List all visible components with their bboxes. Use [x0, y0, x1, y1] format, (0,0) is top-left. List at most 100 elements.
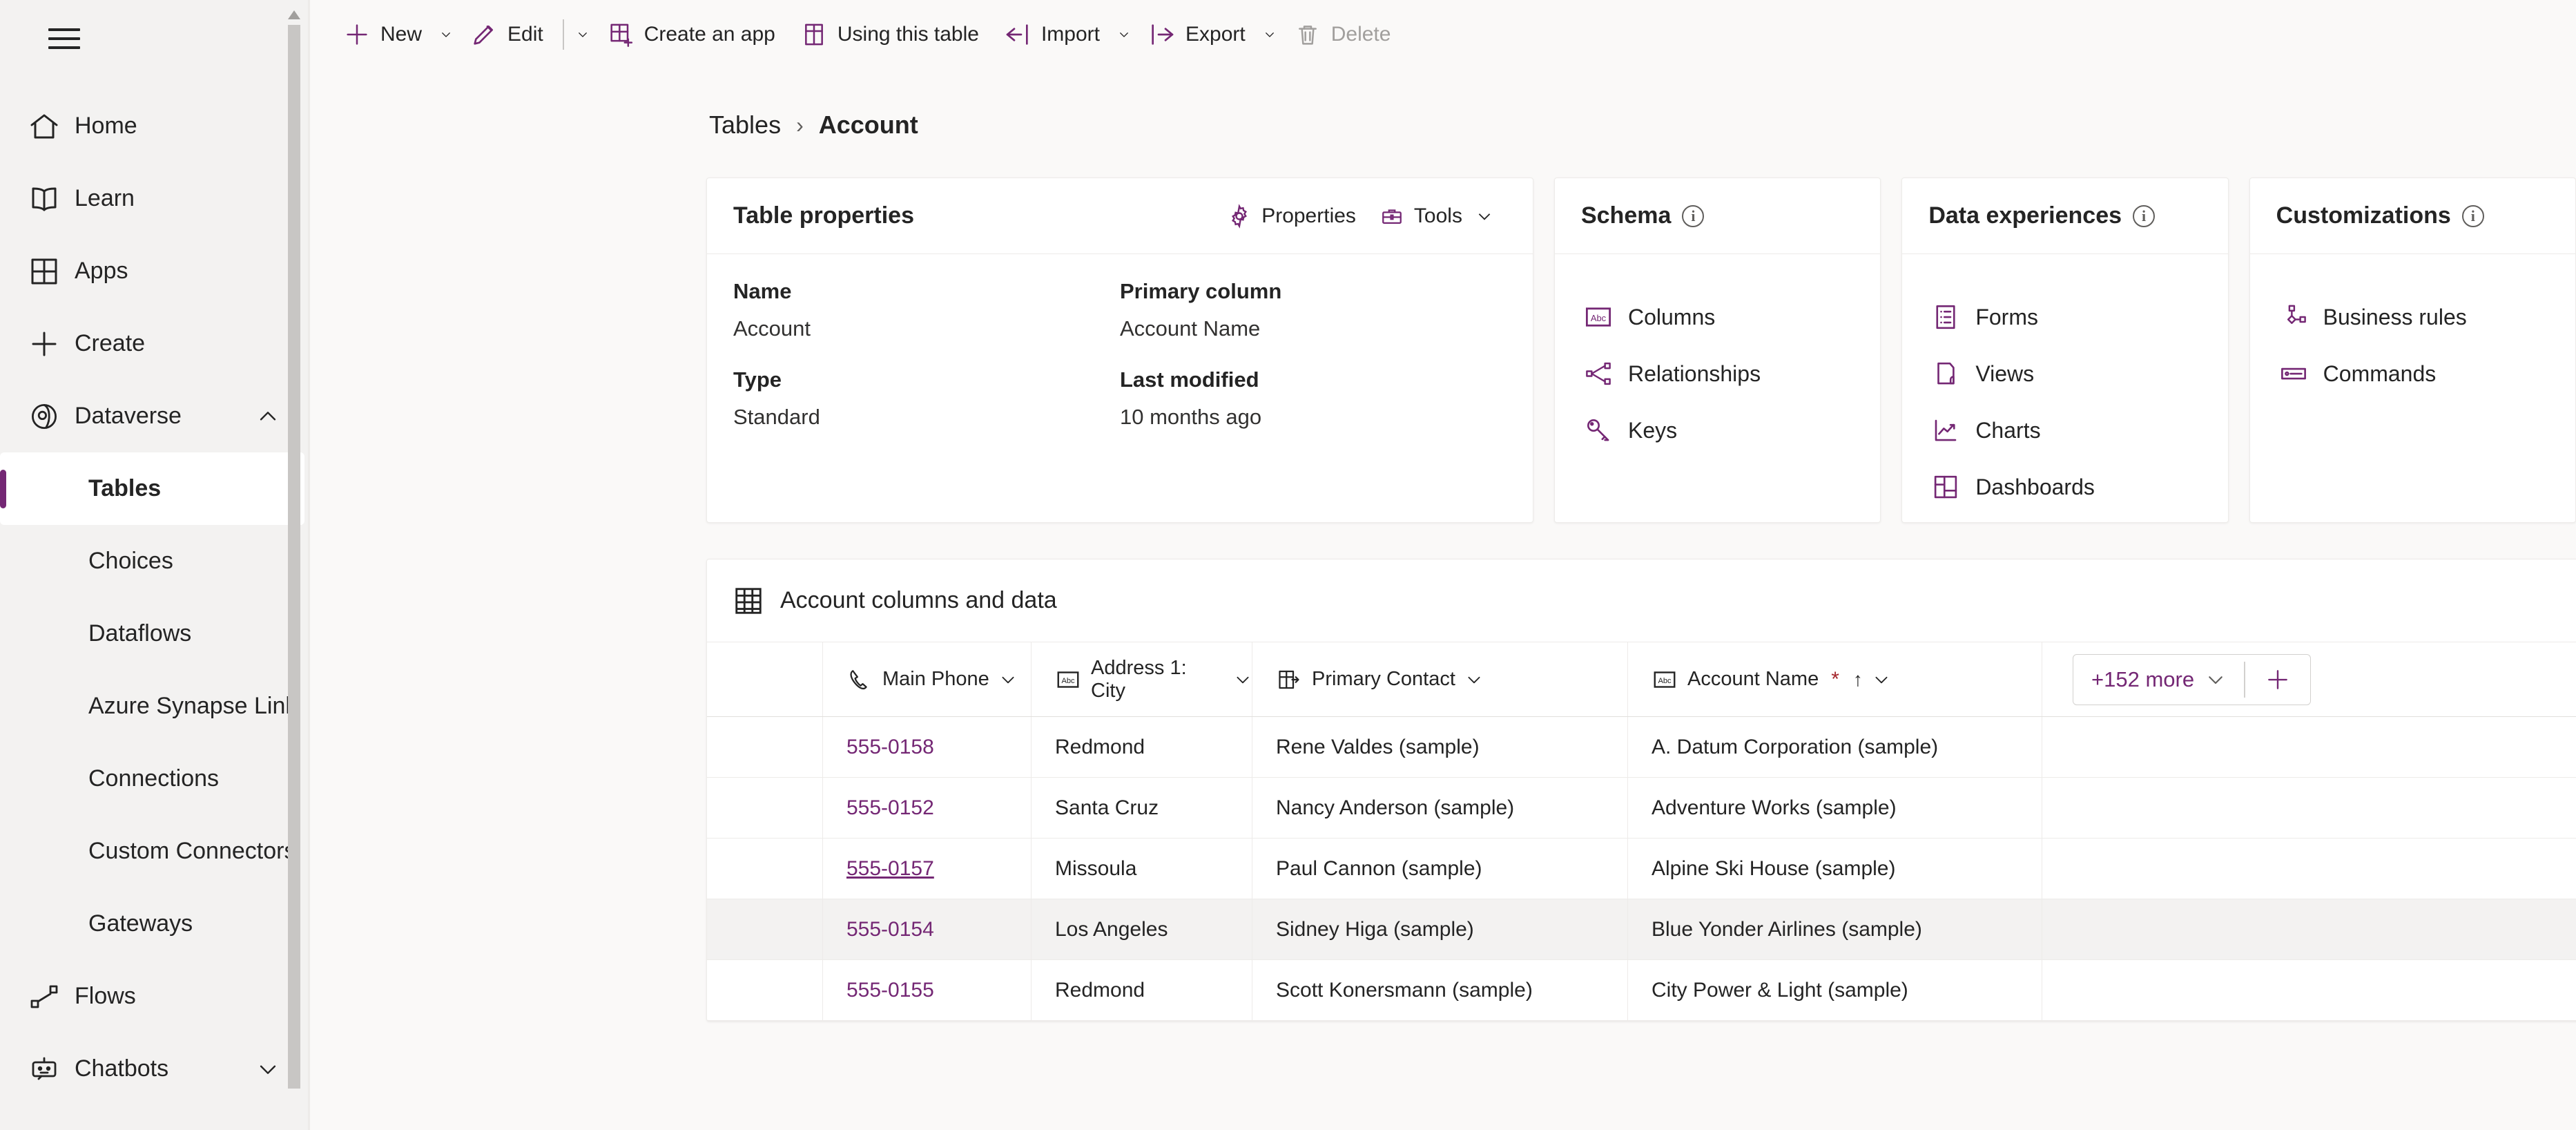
- new-dropdown-chevron-down-icon[interactable]: [434, 23, 458, 46]
- sidebar-item-azure-synapse-link[interactable]: Azure Synapse Link: [0, 670, 310, 743]
- create-an-app-button[interactable]: Create an app: [594, 10, 788, 59]
- schema-link-keys[interactable]: Keys: [1581, 402, 1854, 459]
- schema-link-relationships[interactable]: Relationships: [1581, 345, 1854, 402]
- cell-main-phone[interactable]: 555-0155: [823, 960, 1032, 1020]
- new-button[interactable]: New: [331, 10, 434, 59]
- sidebar-item-chatbots[interactable]: Chatbots: [0, 1033, 310, 1105]
- column-menu-chevron-down-icon[interactable]: [1234, 671, 1252, 689]
- property-label-type: Type: [733, 367, 782, 392]
- export-button-label: Export: [1185, 23, 1246, 46]
- import-button[interactable]: Import: [991, 10, 1112, 59]
- using-this-table-button[interactable]: Using this table: [788, 10, 991, 59]
- data-experience-link-views[interactable]: Views: [1928, 345, 2201, 402]
- info-icon[interactable]: i: [1682, 204, 1705, 227]
- table-row[interactable]: 555-0154 Los Angeles Sidney Higa (sample) B…: [707, 899, 2576, 960]
- sidebar-item-tables[interactable]: Tables: [0, 452, 304, 525]
- phone-link[interactable]: 555-0152: [846, 796, 934, 820]
- cell-primary-contact[interactable]: Rene Valdes (sample): [1252, 717, 1628, 777]
- export-dropdown-chevron-down-icon[interactable]: [1258, 23, 1281, 46]
- sidebar-item-custom-connectors[interactable]: Custom Connectors: [0, 815, 310, 888]
- breadcrumb-current-page: Account: [818, 111, 918, 139]
- customization-link-business-rules[interactable]: Business rules: [2276, 289, 2549, 345]
- sidebar-item-gateways[interactable]: Gateways: [0, 888, 310, 960]
- column-menu-chevron-down-icon[interactable]: [999, 671, 1017, 689]
- cell-primary-contact[interactable]: Sidney Higa (sample): [1252, 899, 1628, 959]
- cell-account-name[interactable]: Blue Yonder Airlines (sample): [1628, 899, 2042, 959]
- breadcrumb-tables-link[interactable]: Tables: [709, 111, 781, 140]
- export-button[interactable]: Export: [1136, 10, 1258, 59]
- scroll-up-arrow-icon[interactable]: [288, 7, 300, 19]
- cell-account-name[interactable]: City Power & Light (sample): [1628, 960, 2042, 1020]
- sidebar-item-label: Tables: [88, 475, 162, 501]
- hamburger-menu-icon[interactable]: [26, 6, 102, 72]
- cell-account-name[interactable]: A. Datum Corporation (sample): [1628, 717, 2042, 777]
- row-select-checkbox[interactable]: [707, 839, 823, 899]
- import-dropdown-chevron-down-icon[interactable]: [1112, 23, 1136, 46]
- phone-link[interactable]: 555-0157: [846, 857, 934, 881]
- row-select-checkbox[interactable]: [707, 778, 823, 838]
- column-header-main-phone[interactable]: Main Phone: [823, 642, 1032, 716]
- column-menu-chevron-down-icon[interactable]: [1465, 671, 1483, 689]
- cell-address-city[interactable]: Redmond: [1032, 960, 1252, 1020]
- customization-link-commands[interactable]: Commands: [2276, 345, 2549, 402]
- grid-select-all-header[interactable]: [707, 642, 823, 716]
- sidebar-item-dataverse[interactable]: Dataverse: [0, 380, 310, 452]
- cell-main-phone[interactable]: 555-0154: [823, 899, 1032, 959]
- cell-account-name[interactable]: Adventure Works (sample): [1628, 778, 2042, 838]
- row-select-checkbox[interactable]: [707, 899, 823, 959]
- sidebar-item-create[interactable]: Create: [0, 307, 310, 380]
- sidebar-item-flows[interactable]: Flows: [0, 960, 310, 1033]
- sidebar-item-home[interactable]: Home: [0, 90, 310, 162]
- edit-button[interactable]: Edit: [458, 10, 556, 59]
- cell-address-city[interactable]: Los Angeles: [1032, 899, 1252, 959]
- chevron-down-icon[interactable]: [256, 1057, 280, 1081]
- cell-main-phone[interactable]: 555-0152: [823, 778, 1032, 838]
- sidebar-item-connections[interactable]: Connections: [0, 743, 310, 815]
- row-select-checkbox[interactable]: [707, 717, 823, 777]
- phone-link[interactable]: 555-0158: [846, 736, 934, 759]
- table-row[interactable]: 555-0152 Santa Cruz Nancy Anderson (sample…: [707, 778, 2576, 839]
- cell-primary-contact[interactable]: Paul Cannon (sample): [1252, 839, 1628, 899]
- data-experience-link-dashboards[interactable]: Dashboards: [1928, 459, 2201, 515]
- data-experience-link-charts[interactable]: Charts: [1928, 402, 2201, 459]
- sidebar-item-learn[interactable]: Learn: [0, 162, 310, 235]
- sidebar-scrollbar[interactable]: [288, 0, 300, 1130]
- properties-button[interactable]: Properties: [1217, 197, 1366, 236]
- ai-builder-icon: [25, 1122, 64, 1130]
- phone-link[interactable]: 555-0154: [846, 918, 934, 941]
- sidebar-item-choices[interactable]: Choices: [0, 525, 310, 597]
- column-header-label: Address 1: City: [1091, 656, 1187, 702]
- schema-card: Schema i Abc Columns Relationships Keys: [1553, 178, 1881, 523]
- info-icon[interactable]: i: [2133, 204, 2156, 227]
- cell-address-city[interactable]: Santa Cruz: [1032, 778, 1252, 838]
- table-row[interactable]: 555-0157 Missoula Paul Cannon (sample) Alpi…: [707, 839, 2576, 899]
- edit-dropdown-chevron-down-icon[interactable]: [571, 23, 594, 46]
- cell-main-phone[interactable]: 555-0157: [823, 839, 1032, 899]
- column-menu-chevron-down-icon[interactable]: [1872, 671, 1890, 689]
- customizations-card-title-text: Customizations: [2276, 202, 2451, 229]
- tools-button[interactable]: Tools: [1370, 197, 1507, 236]
- cell-primary-contact[interactable]: Scott Konersmann (sample): [1252, 960, 1628, 1020]
- schema-link-columns[interactable]: Abc Columns: [1581, 289, 1854, 345]
- cell-primary-contact[interactable]: Nancy Anderson (sample): [1252, 778, 1628, 838]
- chevron-up-icon[interactable]: [256, 405, 280, 428]
- row-select-checkbox[interactable]: [707, 960, 823, 1020]
- more-columns-button[interactable]: +152 more: [2073, 667, 2244, 692]
- cell-main-phone[interactable]: 555-0158: [823, 717, 1032, 777]
- sidebar-item-ai-builder[interactable]: AI Builder: [0, 1105, 310, 1130]
- sidebar-item-apps[interactable]: Apps: [0, 235, 310, 307]
- cell-address-city[interactable]: Missoula: [1032, 839, 1252, 899]
- cell-account-name[interactable]: Alpine Ski House (sample): [1628, 839, 2042, 899]
- scrollbar-thumb[interactable]: [288, 25, 300, 1089]
- table-row[interactable]: 555-0155 Redmond Scott Konersmann (sample)…: [707, 960, 2576, 1021]
- table-row[interactable]: 555-0158 Redmond Rene Valdes (sample) A. Da…: [707, 717, 2576, 778]
- phone-link[interactable]: 555-0155: [846, 979, 934, 1002]
- column-header-primary-contact[interactable]: Primary Contact: [1252, 642, 1628, 716]
- info-icon[interactable]: i: [2461, 204, 2484, 227]
- add-column-button[interactable]: [2245, 667, 2310, 693]
- cell-address-city[interactable]: Redmond: [1032, 717, 1252, 777]
- sidebar-item-dataflows[interactable]: Dataflows: [0, 597, 310, 670]
- column-header-address-1-city[interactable]: Abc Address 1: City: [1032, 642, 1252, 716]
- data-experience-link-forms[interactable]: Forms: [1928, 289, 2201, 345]
- column-header-account-name[interactable]: Abc Account Name * ↑: [1628, 642, 2042, 716]
